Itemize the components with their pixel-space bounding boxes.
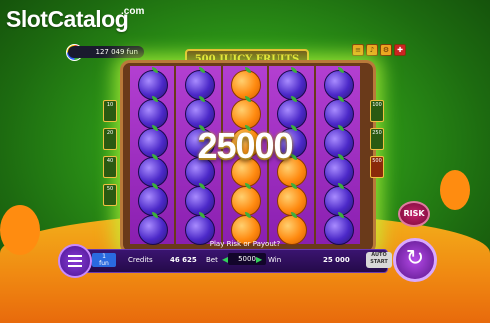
leaf-icon [152, 67, 159, 73]
leaf-icon [291, 67, 298, 73]
bet-increase-button[interactable]: ▶ [256, 255, 262, 264]
credits-label: Credits [128, 256, 153, 264]
payline-badge: 500 [370, 156, 384, 178]
leaf-icon [198, 67, 205, 73]
menu-button[interactable] [58, 244, 92, 278]
credits-value: 46 625 [170, 256, 197, 264]
flag-icon[interactable]: ✚ [394, 44, 406, 56]
juice-splash [440, 170, 470, 210]
site-logo: SlotCatalog [6, 6, 129, 32]
payline-badge: 10 [103, 100, 117, 122]
sound-icon[interactable]: ♪ [366, 44, 378, 56]
payline-badge: 100 [370, 100, 384, 122]
paylines-left: 10 20 40 50 [103, 100, 117, 206]
reel-5 [315, 66, 361, 245]
payline-badge: 40 [103, 156, 117, 178]
spin-icon: ↻ [405, 246, 425, 271]
lines-display: 1 fun [92, 253, 116, 267]
juice-splash [0, 205, 40, 255]
menu-icon[interactable]: ≡ [352, 44, 364, 56]
win-label: Win [268, 256, 282, 264]
auto-start-button[interactable]: AUTO START [366, 252, 392, 268]
payline-badge: 250 [370, 128, 384, 150]
payline-badge: 50 [103, 184, 117, 206]
lines-unit: fun [99, 260, 109, 267]
settings-icon[interactable]: ⚙ [380, 44, 392, 56]
status-message: Play Risk or Payout? [209, 240, 281, 248]
win-value: 25 000 [323, 256, 350, 264]
site-logo-suffix: .com [121, 6, 145, 17]
risk-button[interactable]: RISK [398, 201, 430, 227]
spin-button[interactable]: ↻ [393, 238, 437, 282]
leaf-icon [337, 67, 344, 73]
reel-1 [130, 66, 175, 245]
win-amount-overlay: 25000 [197, 125, 293, 166]
lines-value: 1 [102, 253, 106, 260]
top-icons: ≡ ♪ ⚙ ✚ [352, 44, 406, 56]
leaf-icon [245, 67, 252, 73]
bet-label: Bet [206, 256, 218, 264]
paylines-right: 100 250 500 [370, 100, 384, 178]
balance-display: 127 049 fun [68, 46, 144, 58]
payline-badge: 20 [103, 128, 117, 150]
